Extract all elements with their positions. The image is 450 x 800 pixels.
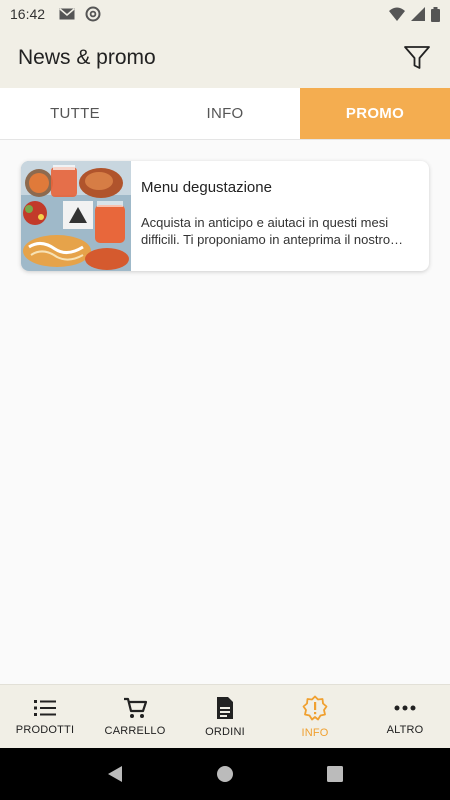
- nav-info-label: INFO: [301, 726, 329, 739]
- at-sign-icon: [85, 6, 101, 22]
- page-title: News & promo: [18, 46, 156, 69]
- tab-tutte[interactable]: TUTTE: [0, 88, 150, 139]
- nav-carrello[interactable]: CARRELLO: [90, 685, 180, 748]
- bottom-navigation: PRODOTTI CARRELLO ORDINI INFO ALTRO: [0, 684, 450, 748]
- nav-altro[interactable]: ALTRO: [360, 685, 450, 748]
- card-thumbnail: [21, 161, 131, 271]
- recents-icon[interactable]: [326, 765, 344, 783]
- home-icon[interactable]: [216, 765, 234, 783]
- nav-ordini[interactable]: ORDINI: [180, 685, 270, 748]
- wifi-icon: [389, 7, 405, 21]
- card-title: Menu degustazione: [141, 179, 272, 196]
- back-icon[interactable]: [106, 765, 124, 783]
- system-navigation-bar: [0, 748, 450, 800]
- nav-prodotti-label: PRODOTTI: [15, 723, 75, 736]
- news-card[interactable]: Menu degustazione Acquista in anticipo e…: [21, 161, 429, 271]
- info-alert-icon: [302, 695, 328, 720]
- app-bar: News & promo: [0, 28, 450, 88]
- status-time: 16:42: [10, 6, 46, 22]
- document-icon: [217, 696, 233, 719]
- nav-altro-label: ALTRO: [386, 723, 424, 736]
- tab-promo[interactable]: PROMO: [300, 88, 450, 139]
- cart-icon: [124, 697, 147, 718]
- card-description: Acquista in anticipo e aiutaci in questi…: [141, 215, 391, 247]
- nav-prodotti[interactable]: PRODOTTI: [0, 685, 90, 748]
- nav-carrello-label: CARRELLO: [104, 724, 166, 737]
- more-icon: [394, 705, 416, 710]
- battery-icon: [431, 6, 440, 22]
- news-list: Menu degustazione Acquista in anticipo e…: [0, 140, 450, 684]
- status-bar: 16:42: [0, 0, 450, 28]
- list-icon: [34, 699, 56, 716]
- gmail-icon: [59, 8, 75, 20]
- nav-ordini-label: ORDINI: [205, 725, 245, 738]
- filter-icon: [404, 46, 430, 69]
- nav-info[interactable]: INFO: [270, 685, 360, 748]
- filter-button[interactable]: [402, 43, 432, 73]
- food-photo-icon: [21, 161, 131, 271]
- signal-icon: [411, 7, 425, 21]
- tab-bar: TUTTE INFO PROMO: [0, 88, 450, 140]
- tab-info[interactable]: INFO: [150, 88, 300, 139]
